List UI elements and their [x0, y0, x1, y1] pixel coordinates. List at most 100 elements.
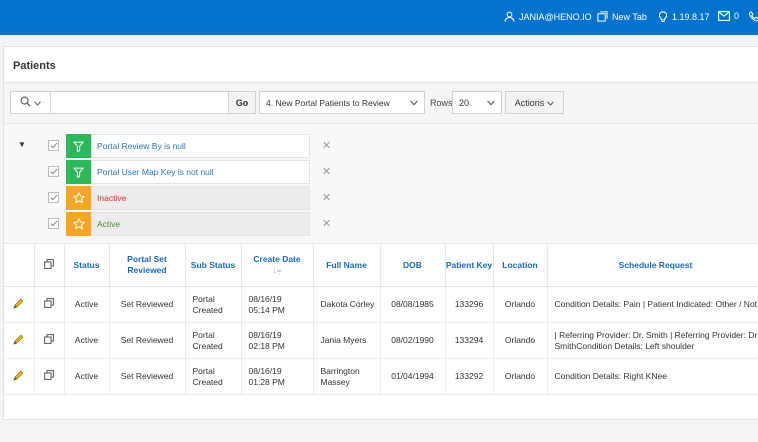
saved-report-select[interactable]: 4. New Portal Patients to Review: [259, 91, 425, 114]
location-cell: Orlando: [493, 358, 548, 395]
copy-icon: [44, 258, 54, 271]
top-navigation-bar: JANIA@HENO.IO New Tab 1.19.8.17 0: [0, 0, 758, 35]
set-reviewed-link[interactable]: Set Reviewed: [109, 322, 186, 359]
new-tab-label: New Tab: [612, 11, 647, 22]
sub-status-cell: Portal Created: [185, 286, 242, 323]
search-field: Go: [10, 91, 256, 114]
search-input[interactable]: [52, 92, 228, 113]
version-indicator[interactable]: 1.19.8.17: [658, 11, 710, 23]
sub-status-cell: Portal Created: [185, 322, 242, 359]
messages-link[interactable]: 0: [718, 11, 739, 21]
create-time: 02:18 PM: [248, 340, 285, 351]
user-menu[interactable]: JANIA@HENO.IO: [504, 11, 592, 22]
column-header-patient-key[interactable]: Patient Key: [445, 243, 494, 287]
phone-icon: [749, 11, 758, 22]
column-header-sub-status[interactable]: Sub Status: [185, 243, 242, 287]
user-icon: [504, 11, 515, 22]
pencil-icon: [13, 334, 24, 347]
search-column-menu[interactable]: [11, 92, 51, 113]
remove-highlight-icon[interactable]: ✕: [322, 217, 331, 230]
status-cell: Active: [64, 358, 110, 395]
dob-cell: 01/04/1994: [380, 358, 446, 395]
highlight-label[interactable]: Inactive: [91, 186, 310, 210]
highlight-enable-checkbox[interactable]: [48, 218, 59, 229]
location-cell: Orlando: [493, 322, 548, 359]
create-date-cell: 08/16/19 02:18 PM: [241, 322, 314, 359]
schedule-request-cell: | Referring Provider: Dr. Smith | Referr…: [547, 322, 758, 359]
rows-label: Rows: [430, 98, 453, 108]
remove-filter-icon[interactable]: ✕: [322, 139, 331, 152]
full-name-cell: Jania Myers: [313, 322, 381, 359]
page-title: Patients: [13, 60, 56, 72]
create-date-label: Create Date: [253, 254, 301, 264]
chevron-down-icon: [34, 98, 41, 108]
filter-icon: [66, 134, 91, 158]
highlight-label[interactable]: Active: [91, 212, 310, 236]
sub-status-cell: Portal Created: [185, 358, 242, 395]
actions-label: Actions: [514, 97, 545, 108]
set-reviewed-link[interactable]: Set Reviewed: [109, 286, 186, 323]
copy-icon: [44, 298, 54, 310]
remove-filter-icon[interactable]: ✕: [322, 165, 331, 178]
edit-row-button[interactable]: [4, 286, 35, 323]
column-header-full-name[interactable]: Full Name: [313, 243, 381, 287]
row-detail-button[interactable]: [34, 322, 65, 359]
column-header-status[interactable]: Status: [64, 243, 110, 287]
dob-cell: 08/02/1990: [380, 322, 446, 359]
column-header-create-date[interactable]: Create Date ↓⩦: [241, 243, 314, 287]
filter-label[interactable]: Portal Review By is null: [91, 134, 310, 158]
filter-enable-checkbox[interactable]: [48, 166, 59, 177]
search-icon: [20, 96, 31, 109]
filter-label[interactable]: Portal User Map Key is not null: [91, 160, 310, 184]
row-detail-button[interactable]: [34, 286, 65, 323]
table-row: Active Set Reviewed Portal Created 08/16…: [4, 286, 758, 323]
copy-icon: [44, 334, 54, 346]
detail-column-header: [34, 243, 65, 287]
edit-column-header: [4, 243, 35, 287]
full-name-cell: Dakota Corley: [313, 286, 381, 323]
go-button[interactable]: Go: [228, 92, 255, 113]
remove-highlight-icon[interactable]: ✕: [322, 191, 331, 204]
create-date-cell: 08/16/19 05:14 PM: [241, 286, 314, 323]
highlight-enable-checkbox[interactable]: [48, 192, 59, 203]
filter-icon: [66, 160, 91, 184]
patient-key-cell: 133292: [445, 358, 494, 395]
create-time: 01:28 PM: [248, 376, 285, 387]
rows-per-page-select[interactable]: 20: [452, 91, 502, 114]
location-cell: Orlando: [493, 286, 548, 323]
edit-row-button[interactable]: [4, 322, 35, 359]
patients-report-region: Patients Go 4. New Portal Patients to Re…: [3, 46, 758, 420]
table-header-row: Status Portal Set Reviewed Sub Status Cr…: [4, 243, 758, 287]
schedule-request-cell: Condition Details: Right KNee: [547, 358, 758, 395]
dob-cell: 08/08/1985: [380, 286, 446, 323]
copy-icon: [44, 370, 54, 382]
filter-enable-checkbox[interactable]: [48, 140, 59, 151]
table-row: Active Set Reviewed Portal Created 08/16…: [4, 358, 758, 395]
column-header-dob[interactable]: DOB: [380, 243, 446, 287]
lightbulb-icon: [658, 11, 668, 23]
phone-link[interactable]: [749, 11, 758, 22]
create-date: 08/16/19: [248, 329, 282, 340]
full-name-cell: Barrington Massey: [313, 358, 381, 395]
saved-report-value: 4. New Portal Patients to Review: [266, 97, 390, 108]
edit-row-button[interactable]: [4, 358, 35, 395]
new-tab-icon: [597, 11, 608, 22]
user-name: JANIA@HENO.IO: [519, 11, 592, 22]
version-label: 1.19.8.17: [672, 12, 710, 22]
star-icon: [66, 186, 91, 210]
set-reviewed-link[interactable]: Set Reviewed: [109, 358, 186, 395]
create-date: 08/16/19: [248, 293, 282, 304]
patients-table: Status Portal Set Reviewed Sub Status Cr…: [4, 243, 758, 395]
create-date-cell: 08/16/19 01:28 PM: [241, 358, 314, 395]
column-header-portal-set-reviewed[interactable]: Portal Set Reviewed: [109, 243, 186, 287]
patient-key-cell: 133294: [445, 322, 494, 359]
chevron-down-icon: [487, 98, 495, 108]
collapse-filters-toggle[interactable]: ▼: [18, 140, 26, 149]
row-detail-button[interactable]: [34, 358, 65, 395]
schedule-request-cell: Condition Details: Pain | Patient Indica…: [547, 286, 758, 323]
column-header-schedule-request[interactable]: Schedule Request: [547, 243, 758, 287]
new-tab-link[interactable]: New Tab: [597, 11, 647, 22]
column-header-location[interactable]: Location: [493, 243, 548, 287]
patient-key-cell: 133296: [445, 286, 494, 323]
actions-menu-button[interactable]: Actions: [505, 91, 564, 114]
